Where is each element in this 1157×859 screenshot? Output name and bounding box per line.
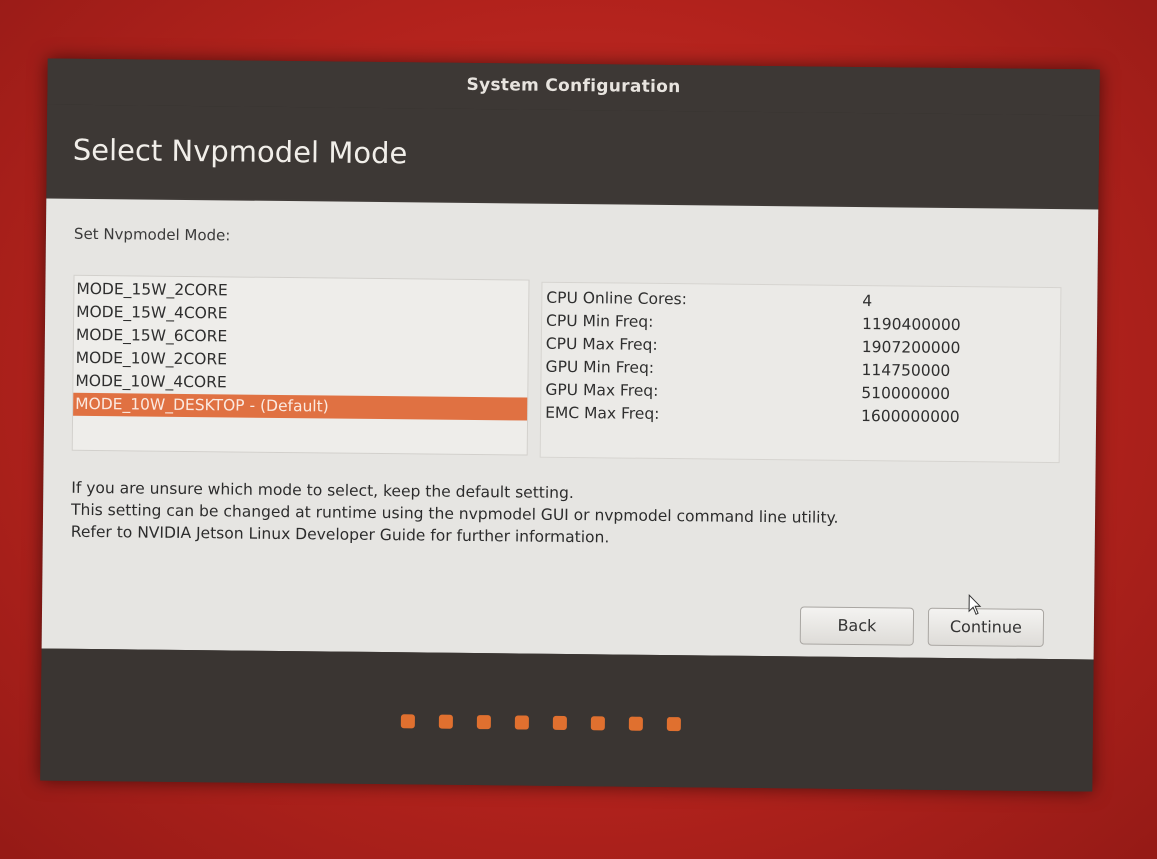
progress-dot — [476, 715, 491, 730]
detail-key: CPU Online Cores: — [546, 288, 687, 309]
setup-window: System Configuration Select Nvpmodel Mod… — [40, 58, 1100, 792]
mode-prompt-label: Set Nvpmodel Mode: — [73, 224, 231, 245]
page-title: Select Nvpmodel Mode — [72, 132, 408, 171]
back-button[interactable]: Back — [799, 606, 915, 646]
progress-footer — [40, 648, 1094, 792]
detail-key: EMC Max Freq: — [545, 403, 660, 423]
content-area: Set Nvpmodel Mode: MODE_15W_2CORE MODE_1… — [41, 198, 1099, 660]
progress-dots — [400, 714, 681, 732]
detail-value: 1907200000 — [861, 338, 961, 358]
progress-dot — [438, 714, 453, 729]
detail-value: 114750000 — [861, 361, 951, 380]
progress-dot — [400, 714, 415, 729]
progress-dot — [552, 715, 567, 730]
progress-dot — [590, 716, 605, 731]
page-header: Select Nvpmodel Mode — [46, 104, 1100, 208]
info-text: If you are unsure which mode to select, … — [71, 477, 1052, 553]
detail-value: 4 — [862, 292, 873, 311]
detail-value: 1600000000 — [861, 407, 960, 427]
mouse-pointer-icon — [968, 594, 982, 615]
window-title: System Configuration — [466, 74, 681, 98]
mode-details-panel: CPU Online Cores: 4 CPU Min Freq: 119040… — [539, 281, 1062, 464]
detail-key: CPU Min Freq: — [545, 311, 654, 331]
detail-key: CPU Max Freq: — [545, 334, 658, 354]
progress-dot — [628, 716, 643, 731]
detail-key: GPU Min Freq: — [545, 357, 655, 377]
continue-button[interactable]: Continue — [927, 607, 1045, 647]
progress-dot — [514, 715, 529, 730]
progress-dot — [666, 717, 681, 732]
mode-item-selected[interactable]: MODE_10W_DESKTOP - (Default) — [73, 392, 528, 421]
detail-key: GPU Max Freq: — [545, 380, 659, 400]
detail-row: EMC Max Freq: 1600000000 — [541, 402, 1059, 430]
mode-list[interactable]: MODE_15W_2CORE MODE_15W_4CORE MODE_15W_6… — [71, 274, 530, 456]
detail-value: 1190400000 — [861, 315, 961, 335]
detail-value: 510000000 — [861, 384, 951, 403]
